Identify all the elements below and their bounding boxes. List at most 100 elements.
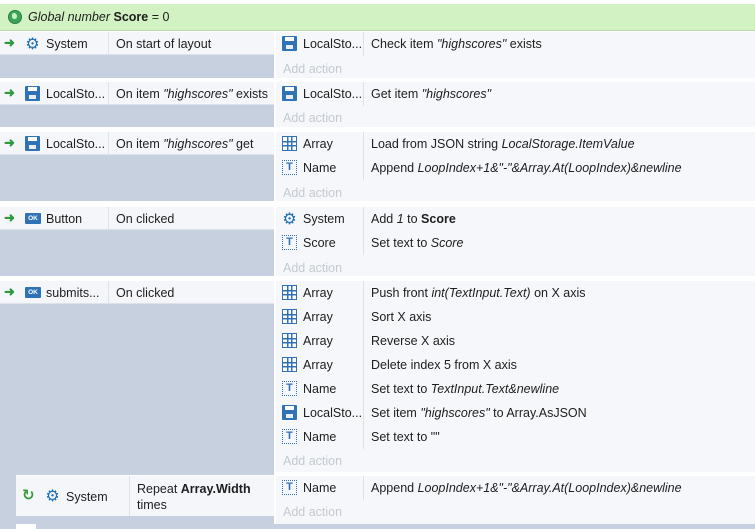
text-object-icon: T [282,160,297,175]
gear-icon: ⚙ [25,34,40,53]
event-block[interactable]: ➜ OK Button On clicked ⚙ System Add 1 to… [0,207,755,280]
action-text: Add 1 to Score [371,212,456,226]
sub-event-indent [0,475,16,529]
action-object: Name [303,382,337,396]
condition-row[interactable]: ➜ LocalSto... On item "highscores" exist… [0,82,274,105]
action-row[interactable]: T Score Set text to Score [276,231,755,255]
action-text: Set item "highscores" to Array.AsJSON [371,406,587,420]
condition-object: LocalSto... [46,87,106,101]
condition-text: Repeat Array.Width times [137,482,251,512]
action-row[interactable]: ⚙ System Add 1 to Score [276,207,755,231]
action-row[interactable]: Array Reverse X axis [276,329,755,353]
action-text: Append LoopIndex+1&"-"&Array.At(LoopInde… [371,481,682,495]
global-variable-row[interactable]: Global number Score = 0 [0,4,755,31]
action-area[interactable]: Array Push front int(TextInput.Text) on … [276,281,755,472]
array-icon [282,357,297,372]
condition-row[interactable]: ➜ OK submits... On clicked [0,281,274,304]
action-row[interactable]: T Name Set text to TextInput.Text&newlin… [276,377,755,401]
event-block[interactable]: ➜ ⚙ System On start of layout LocalSto..… [0,32,755,82]
event-arrow-icon: ➜ [4,35,15,50]
action-object: Name [303,481,337,495]
action-object: Score [303,236,336,250]
event-block[interactable]: ➜ LocalSto... On item "highscores" get A… [0,132,755,205]
action-object: Name [303,430,337,444]
action-object: LocalSto... [303,37,363,51]
action-object: Array [303,358,333,372]
action-object: System [303,212,345,226]
action-row[interactable]: LocalSto... Check item "highscores" exis… [276,32,755,56]
add-action-link[interactable]: Add action [283,186,342,200]
button-object-icon: OK [25,213,41,224]
array-icon [282,136,297,151]
event-arrow-icon: ➜ [4,210,15,225]
action-text: Check item "highscores" exists [371,37,542,51]
gear-icon: ⚙ [282,209,297,228]
action-area[interactable]: LocalSto... Get item "highscores" Add ac… [276,82,755,131]
text-object-icon: T [282,429,297,444]
action-row[interactable]: T Name Set text to "" [276,425,755,449]
condition-object: System [46,37,88,51]
local-storage-icon [282,86,297,101]
gear-icon: ⚙ [45,486,60,505]
action-text: Get item "highscores" [371,87,492,101]
sub-event-block[interactable]: ↻ ⚙ System Repeat Array.Width times T Nam… [16,476,755,524]
button-object-icon: OK [25,287,41,298]
action-object: Array [303,334,333,348]
event-block[interactable]: ➜ LocalSto... On item "highscores" exist… [0,82,755,131]
condition-object: submits... [46,286,100,300]
event-arrow-icon: ➜ [4,85,15,100]
action-row[interactable]: LocalSto... Set item "highscores" to Arr… [276,401,755,425]
condition-object: LocalSto... [46,137,106,151]
add-action-link[interactable]: Add action [283,454,342,468]
array-icon [282,309,297,324]
action-row[interactable]: Array Delete index 5 from X axis [276,353,755,377]
action-text: Append LoopIndex+1&"-"&Array.At(LoopInde… [371,161,682,175]
action-object: LocalSto... [303,87,363,101]
local-storage-icon [282,405,297,420]
local-storage-icon [25,86,40,101]
action-text: Set text to "" [371,430,440,444]
action-row[interactable]: Array Push front int(TextInput.Text) on … [276,281,755,305]
condition-text: On clicked [116,212,175,226]
action-area[interactable]: LocalSto... Check item "highscores" exis… [276,32,755,82]
action-object: Array [303,286,333,300]
global-variable-label: Global number Score = 0 [28,10,170,24]
condition-area[interactable] [0,281,274,475]
condition-object: Button [46,212,83,226]
action-text: Set text to Score [371,236,464,250]
action-text: Reverse X axis [371,334,456,348]
action-row[interactable]: LocalSto... Get item "highscores" [276,82,755,106]
text-object-icon: T [282,235,297,250]
add-action-link[interactable]: Add action [283,505,342,519]
action-row[interactable]: Array Load from JSON string LocalStorage… [276,132,755,156]
local-storage-icon [282,36,297,51]
action-area[interactable]: T Name Append LoopIndex+1&"-"&Array.At(L… [276,476,755,524]
text-object-icon: T [282,480,297,495]
action-area[interactable]: Array Load from JSON string LocalStorage… [276,132,755,205]
add-action-link[interactable]: Add action [283,261,342,275]
condition-text: On clicked [116,286,175,300]
add-action-link[interactable]: Add action [283,62,342,76]
local-storage-icon [25,136,40,151]
action-object: Array [303,310,333,324]
event-arrow-icon: ➜ [4,135,15,150]
repeat-loop-icon: ↻ [22,486,35,504]
action-area[interactable]: ⚙ System Add 1 to Score T Score Set text… [276,207,755,280]
action-row[interactable]: Array Sort X axis [276,305,755,329]
action-object: Name [303,161,337,175]
text-object-icon: T [282,381,297,396]
action-object: Array [303,137,333,151]
action-row[interactable]: T Name Append LoopIndex+1&"-"&Array.At(L… [276,156,755,180]
condition-row[interactable]: ➜ ⚙ System On start of layout [0,32,274,55]
array-icon [282,285,297,300]
event-block[interactable]: ➜ OK submits... On clicked Array Push fr… [0,281,755,529]
array-icon [282,333,297,348]
add-action-link[interactable]: Add action [283,111,342,125]
condition-row[interactable]: ➜ LocalSto... On item "highscores" get [0,132,274,155]
action-row[interactable]: T Name Append LoopIndex+1&"-"&Array.At(L… [276,476,755,500]
condition-row[interactable]: ↻ ⚙ System Repeat Array.Width times [16,476,274,516]
globe-icon [8,10,22,24]
event-arrow-icon: ➜ [4,284,15,299]
condition-row[interactable]: ➜ OK Button On clicked [0,207,274,230]
condition-text: On item "highscores" get [116,137,254,151]
